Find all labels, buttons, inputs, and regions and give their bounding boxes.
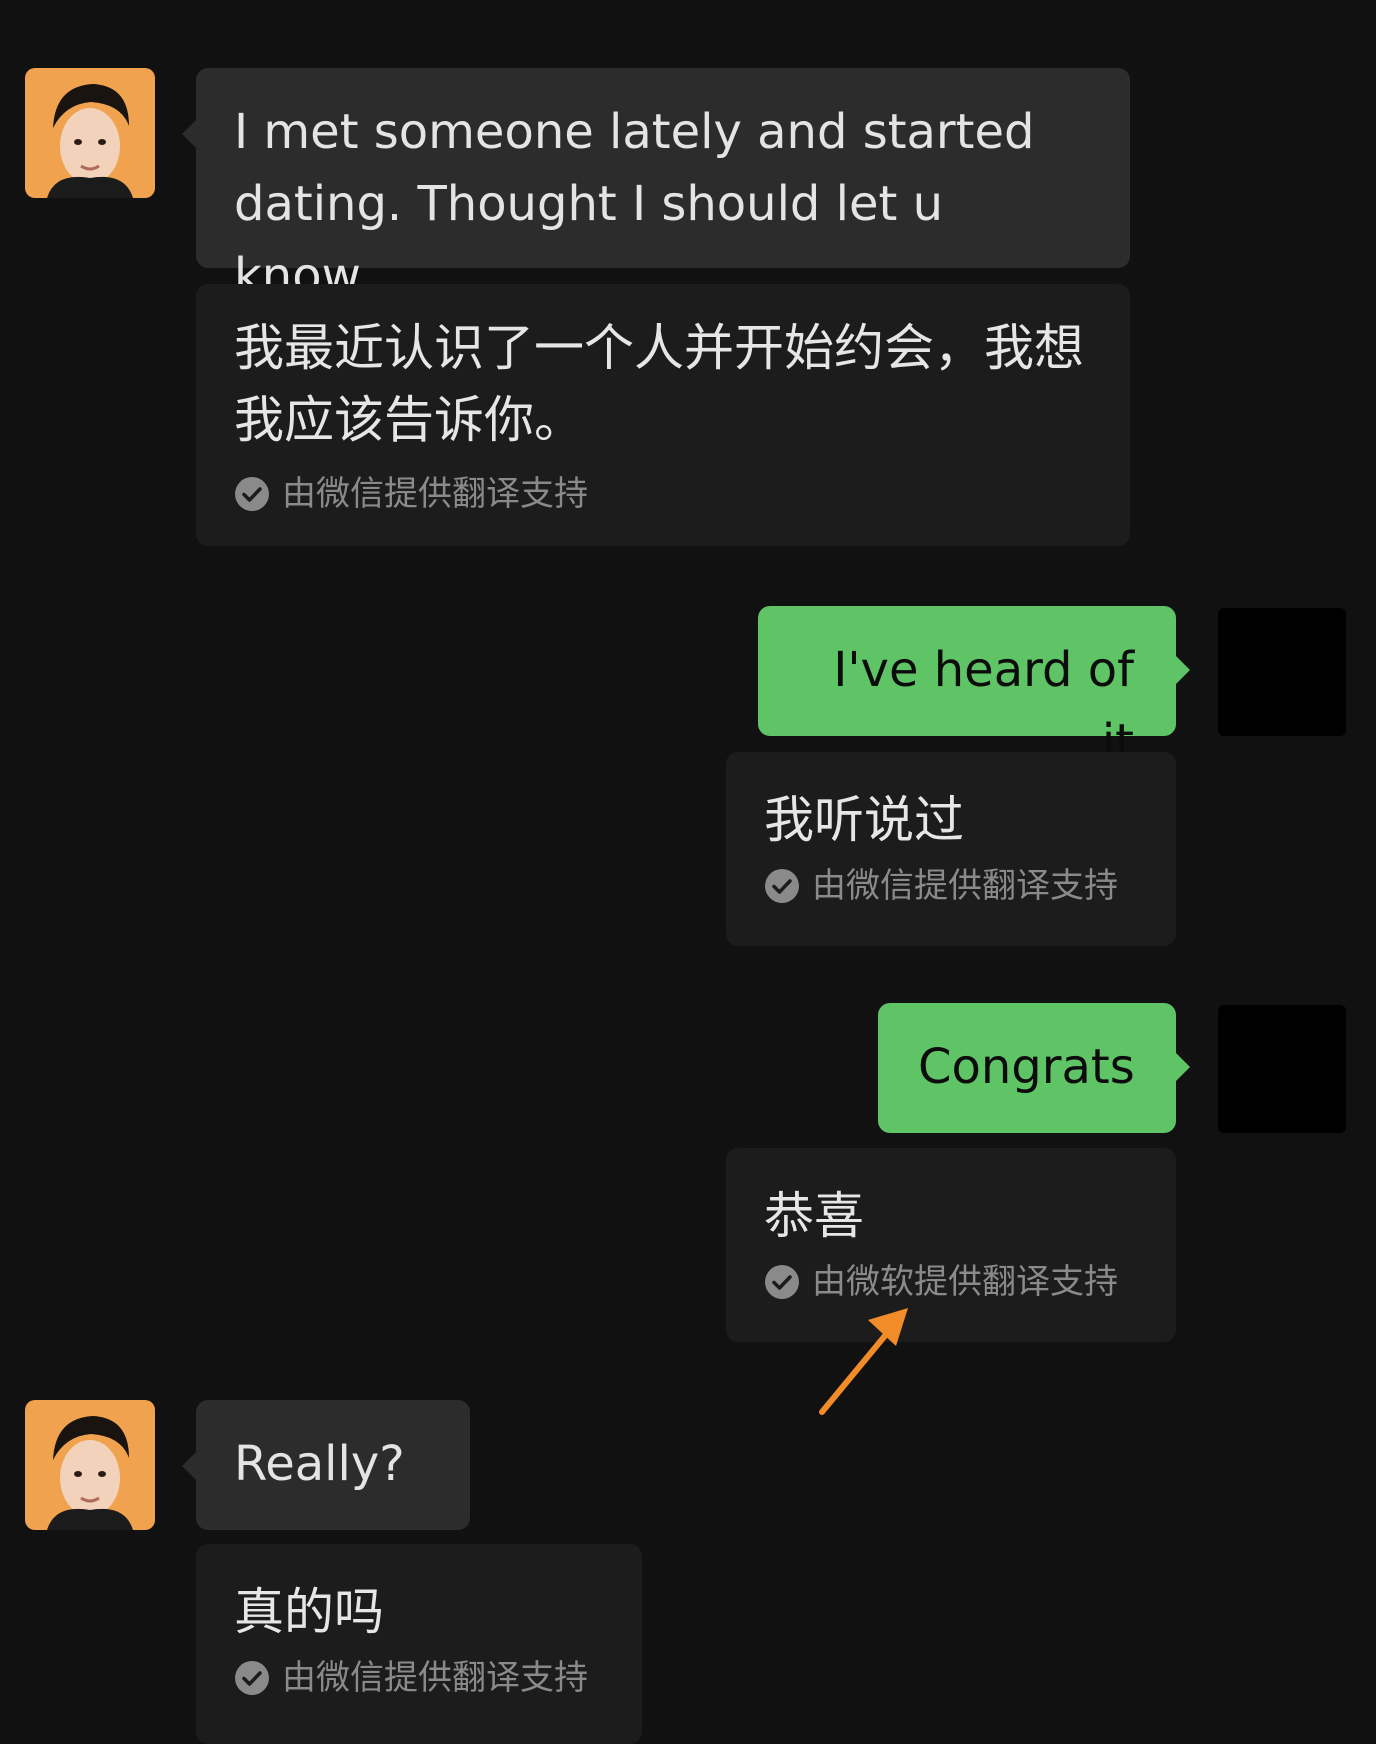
self-avatar[interactable] [1218,1005,1346,1133]
translation-text: 真的吗 [234,1583,384,1641]
attribution-text: 由微软提供翻译支持 [812,1262,1118,1302]
message-text: Congrats [918,1039,1135,1095]
translation-card[interactable]: 我听说过 由微信提供翻译支持 [726,752,1176,946]
check-circle-icon [235,477,269,511]
translation-attribution: 由微信提供翻译支持 [764,866,1138,906]
check-circle-icon [235,1661,269,1695]
outgoing-message-bubble[interactable]: I've heard of it [758,606,1190,770]
outgoing-message-bubble[interactable]: Congrats [878,1003,1190,1133]
contact-avatar[interactable] [25,68,155,198]
translation-card[interactable]: 真的吗 由微信提供翻译支持 [196,1544,642,1744]
translation-text: 恭喜 [764,1187,864,1245]
annotation-arrow-icon [819,1308,908,1415]
attribution-text: 由微信提供翻译支持 [282,474,588,514]
translation-card[interactable]: 我最近认识了一个人并开始约会，我想我应该告诉你。 由微信提供翻译支持 [196,284,1130,546]
message-text: I met someone lately and started dating.… [234,104,1035,304]
self-avatar[interactable] [1218,608,1346,736]
check-circle-icon [765,869,799,903]
translation-attribution: 由微软提供翻译支持 [764,1262,1138,1302]
check-circle-icon [765,1265,799,1299]
incoming-message-bubble[interactable]: Really? [182,1400,470,1530]
attribution-text: 由微信提供翻译支持 [812,866,1118,906]
attribution-text: 由微信提供翻译支持 [282,1658,588,1698]
translation-attribution: 由微信提供翻译支持 [234,1658,604,1698]
translation-attribution: 由微信提供翻译支持 [234,474,1092,514]
incoming-message-bubble[interactable]: I met someone lately and started dating.… [182,68,1130,304]
translation-card[interactable]: 恭喜 由微软提供翻译支持 [726,1148,1176,1342]
translation-text: 我听说过 [764,791,964,849]
message-text: Really? [234,1436,405,1492]
translation-text: 我最近认识了一个人并开始约会，我想我应该告诉你。 [234,319,1084,449]
contact-avatar[interactable] [25,1400,155,1530]
